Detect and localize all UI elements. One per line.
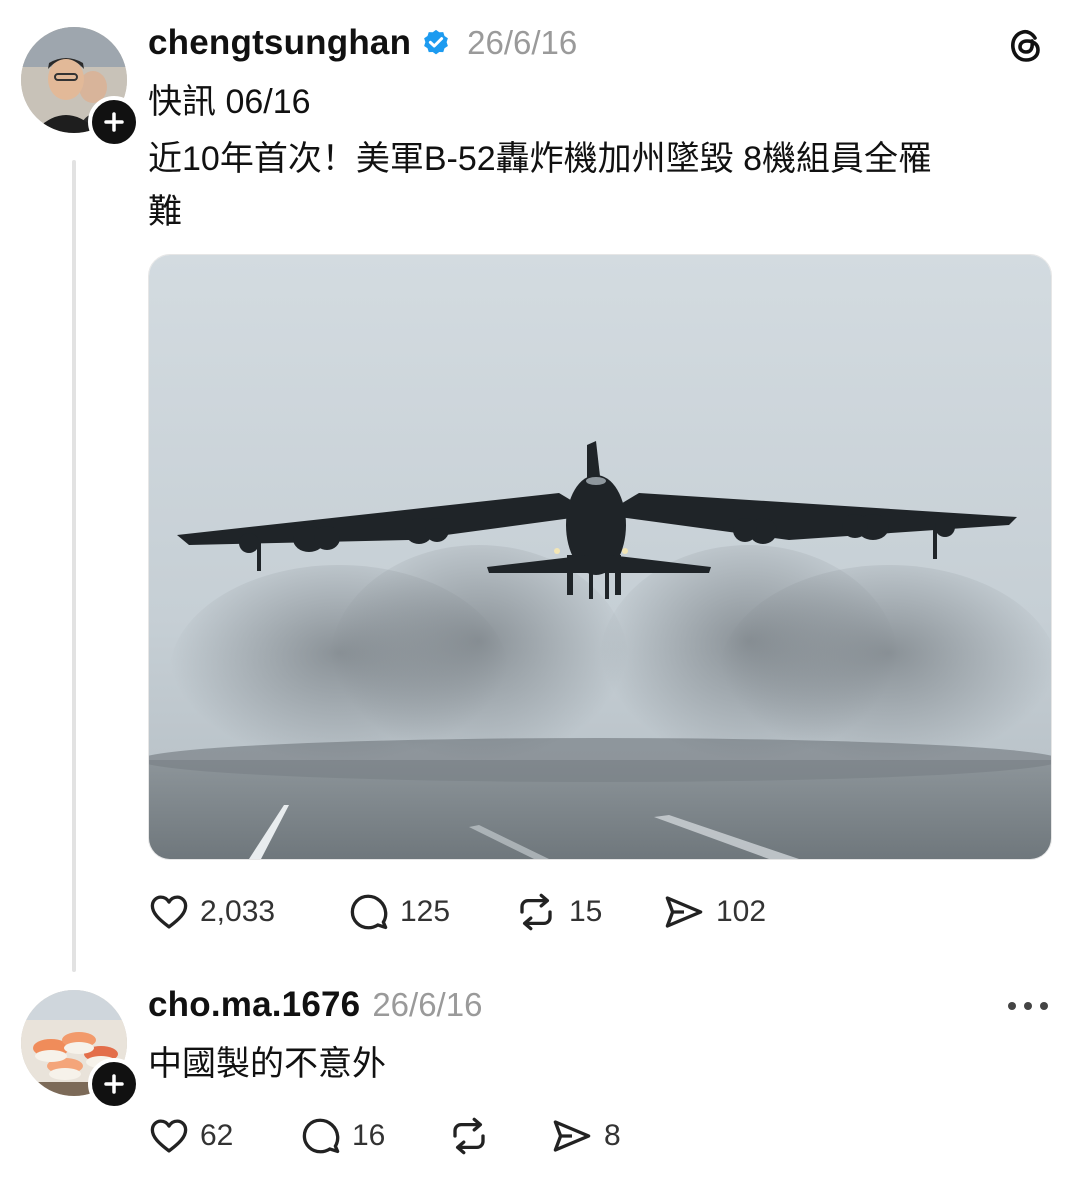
plus-icon [104, 112, 124, 132]
post-image[interactable] [148, 254, 1052, 860]
post-text-line-2: 近10年首次！美軍B-52轟炸機加州墜毀 8機組員全罹 [148, 140, 932, 178]
post-text-line-3: 難 [148, 193, 182, 231]
thread-line [72, 160, 76, 972]
repost-count: 15 [569, 895, 603, 928]
repost-icon [446, 1115, 492, 1157]
verified-badge-icon [421, 28, 451, 58]
follow-button[interactable] [88, 96, 140, 148]
heart-icon [148, 1115, 190, 1157]
plus-icon [104, 1074, 124, 1094]
heart-icon [148, 891, 190, 933]
send-icon [550, 1115, 594, 1157]
reply-like-button[interactable]: 62 [148, 1115, 233, 1157]
reply-text: 中國製的不意外 [148, 1045, 386, 1083]
repost-button[interactable]: 15 [513, 891, 602, 933]
reply-share-button[interactable]: 8 [550, 1115, 621, 1157]
like-count: 2,033 [200, 895, 276, 928]
like-button[interactable]: 2,033 [148, 891, 275, 933]
share-count: 102 [716, 895, 767, 928]
reply-follow-button[interactable] [88, 1058, 140, 1110]
reply-repost-button[interactable] [446, 1115, 502, 1157]
threads-logo-icon[interactable] [1006, 24, 1046, 71]
reply-share-count: 8 [604, 1119, 621, 1152]
more-dots-icon[interactable] [1008, 1002, 1048, 1010]
reply-timestamp: 26/6/16 [372, 986, 483, 1023]
comment-bubble-icon [300, 1115, 342, 1157]
send-icon [662, 891, 706, 933]
author-username[interactable]: chengtsunghan [148, 23, 411, 63]
comment-count: 125 [400, 895, 451, 928]
comment-bubble-icon [348, 891, 390, 933]
reply-comment-count: 16 [352, 1119, 386, 1152]
reply-comment-button[interactable]: 16 [300, 1115, 385, 1157]
reply-author-username[interactable]: cho.ma.1676 [148, 985, 360, 1025]
repost-icon [513, 891, 559, 933]
post-header: chengtsunghan 26/6/16 [148, 20, 577, 66]
reply-header: cho.ma.1676 26/6/16 [148, 982, 482, 1028]
share-button[interactable]: 102 [662, 891, 766, 933]
reply-like-count: 62 [200, 1119, 234, 1152]
post-text-line-1: 快訊 06/16 [148, 83, 311, 121]
post-timestamp: 26/6/16 [467, 24, 578, 61]
comment-button[interactable]: 125 [348, 891, 450, 933]
